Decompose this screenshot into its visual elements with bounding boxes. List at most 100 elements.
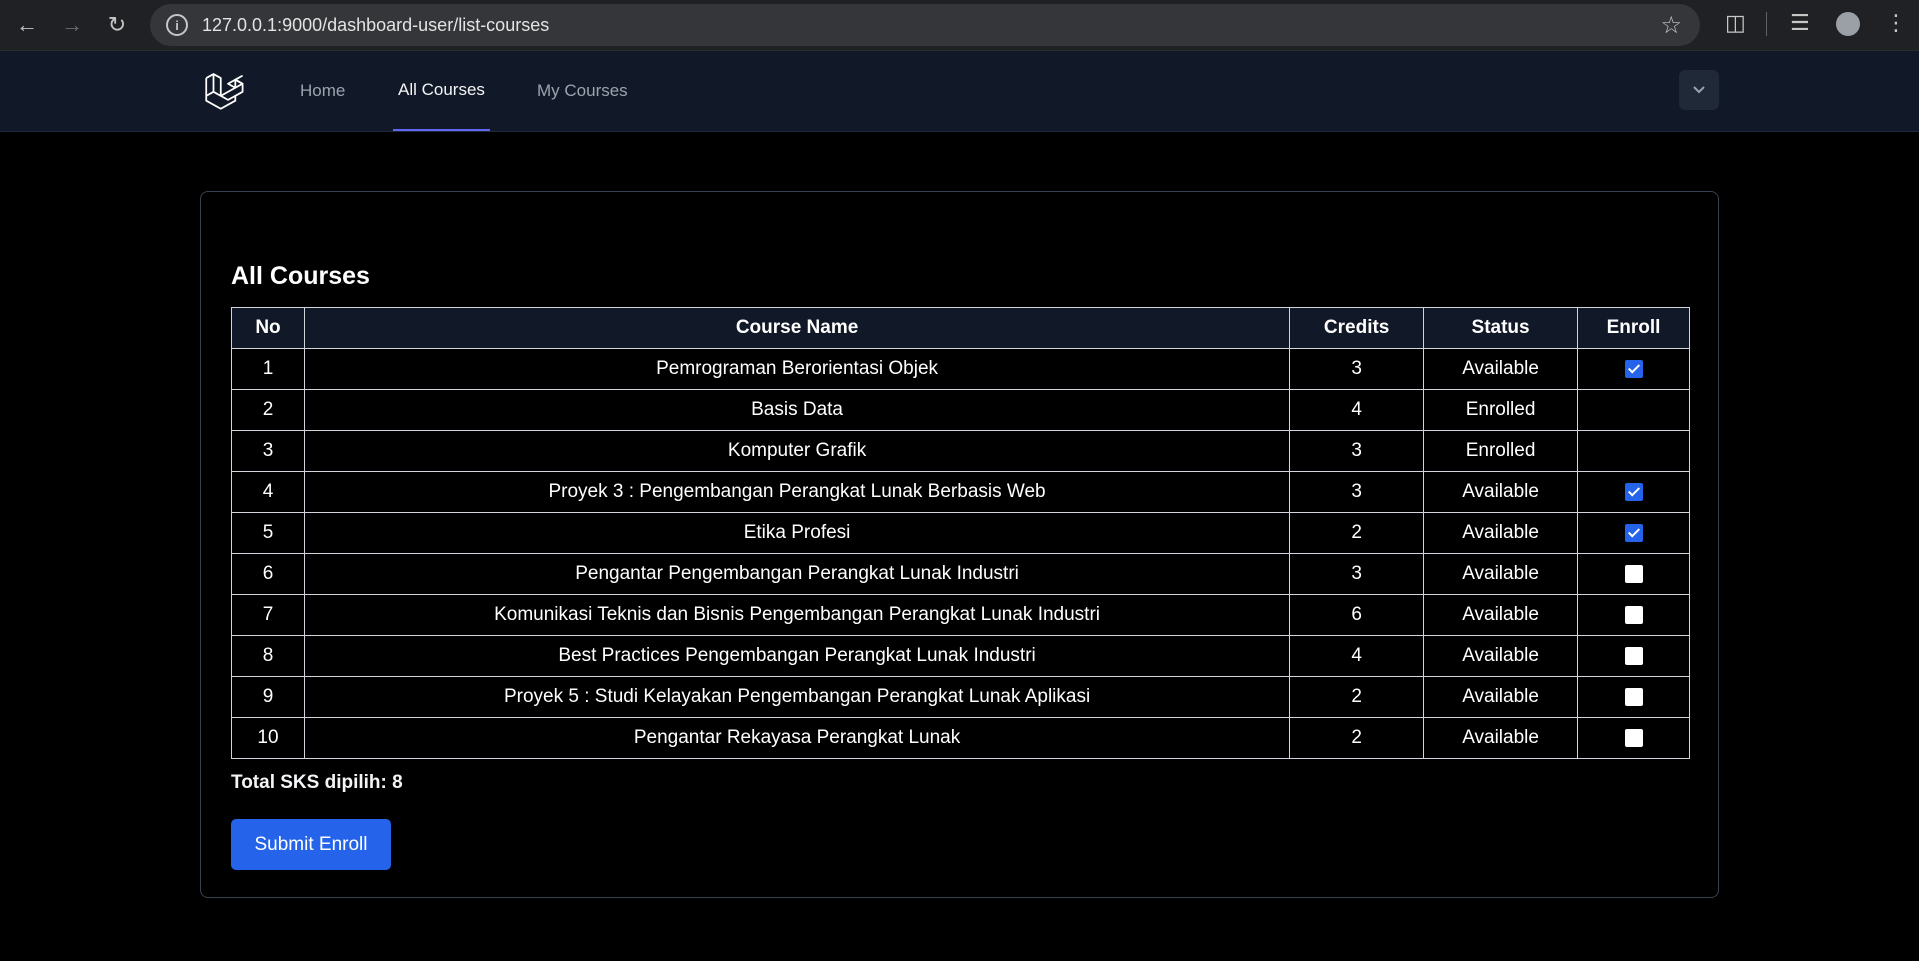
course-name: Proyek 3 : Pengembangan Perangkat Lunak … <box>303 471 1291 513</box>
table-body: 1 Pemrograman Berorientasi Objek 3 Availabl… <box>231 348 1690 759</box>
table-row: 5 Etika Profesi 2 Available <box>231 512 1690 554</box>
browser-toolbar: ← → ↻ i 127.0.0.1:9000/dashboard-user/li… <box>0 0 1919 51</box>
profile-avatar[interactable] <box>1836 12 1860 36</box>
course-status: Available <box>1423 348 1579 390</box>
row-number: 7 <box>231 594 305 636</box>
enroll-cell <box>1577 389 1690 431</box>
back-arrow-icon[interactable]: ← <box>10 8 44 42</box>
row-number: 1 <box>231 348 305 390</box>
row-number: 8 <box>231 635 305 677</box>
course-status: Available <box>1423 594 1579 636</box>
media-control-icon[interactable]: ☰ <box>1790 10 1810 36</box>
row-number: 4 <box>231 471 305 513</box>
browser-menu-icon[interactable]: ⋮ <box>1885 10 1907 36</box>
enroll-checkbox[interactable] <box>1624 564 1643 583</box>
table-row: 6 Pengantar Pengembangan Perangkat Lunak … <box>231 553 1690 595</box>
extensions-icon[interactable]: ◫ <box>1725 10 1746 36</box>
table-row: 8 Best Practices Pengembangan Perangkat L… <box>231 635 1690 677</box>
enroll-checkbox[interactable] <box>1624 482 1643 501</box>
course-status: Enrolled <box>1423 389 1579 431</box>
course-name: Pengantar Pengembangan Perangkat Lunak I… <box>303 553 1291 595</box>
course-status: Available <box>1423 553 1579 595</box>
site-info-icon[interactable]: i <box>166 14 188 36</box>
course-status: Available <box>1423 635 1579 677</box>
table-row: 3 Komputer Grafik 3 Enrolled <box>231 430 1690 472</box>
course-credits: 3 <box>1289 348 1425 390</box>
course-name: Basis Data <box>303 389 1291 431</box>
row-number: 5 <box>231 512 305 554</box>
enroll-cell <box>1577 553 1690 595</box>
course-status: Available <box>1423 676 1579 718</box>
course-credits: 2 <box>1289 717 1425 759</box>
course-name: Komunikasi Teknis dan Bisnis Pengembanga… <box>303 594 1291 636</box>
course-status: Enrolled <box>1423 430 1579 472</box>
course-credits: 3 <box>1289 430 1425 472</box>
table-row: 7 Komunikasi Teknis dan Bisnis Pengembang… <box>231 594 1690 636</box>
toolbar-divider <box>1766 12 1767 36</box>
course-name: Komputer Grafik <box>303 430 1291 472</box>
app-navbar: Home All Courses My Courses <box>0 51 1919 132</box>
column-header-credits: Credits <box>1289 307 1425 349</box>
course-credits: 6 <box>1289 594 1425 636</box>
enroll-cell <box>1577 676 1690 718</box>
course-status: Available <box>1423 512 1579 554</box>
enroll-cell <box>1577 430 1690 472</box>
table-row: 10 Pengantar Rekayasa Perangkat Lunak 2 Ava… <box>231 717 1690 759</box>
courses-card: All Courses No Course Name Credits Statu… <box>200 191 1719 898</box>
enroll-checkbox[interactable] <box>1624 687 1643 706</box>
course-credits: 3 <box>1289 553 1425 595</box>
nav-home[interactable]: Home <box>300 51 345 131</box>
nav-all-courses[interactable]: All Courses <box>393 51 490 131</box>
enroll-checkbox[interactable] <box>1624 646 1643 665</box>
course-name: Pemrograman Berorientasi Objek <box>303 348 1291 390</box>
table-row: 4 Proyek 3 : Pengembangan Perangkat Lunak… <box>231 471 1690 513</box>
course-name: Etika Profesi <box>303 512 1291 554</box>
enroll-cell <box>1577 717 1690 759</box>
bookmark-star-icon[interactable]: ☆ <box>1660 11 1682 40</box>
total-credits-text: Total SKS dipilih: 8 <box>231 772 403 793</box>
course-credits: 3 <box>1289 471 1425 513</box>
address-bar[interactable]: i 127.0.0.1:9000/dashboard-user/list-cou… <box>150 4 1700 46</box>
course-credits: 2 <box>1289 512 1425 554</box>
enroll-checkbox[interactable] <box>1624 605 1643 624</box>
row-number: 9 <box>231 676 305 718</box>
reload-icon[interactable]: ↻ <box>100 8 134 42</box>
enroll-cell <box>1577 635 1690 677</box>
course-status: Available <box>1423 471 1579 513</box>
submit-enroll-button[interactable]: Submit Enroll <box>231 819 391 870</box>
enroll-cell <box>1577 471 1690 513</box>
row-number: 10 <box>231 717 305 759</box>
enroll-checkbox[interactable] <box>1624 359 1643 378</box>
chevron-down-icon <box>1693 86 1705 94</box>
row-number: 6 <box>231 553 305 595</box>
url-text[interactable]: 127.0.0.1:9000/dashboard-user/list-cours… <box>202 15 549 36</box>
row-number: 2 <box>231 389 305 431</box>
forward-arrow-icon[interactable]: → <box>55 8 89 42</box>
enroll-cell <box>1577 594 1690 636</box>
enroll-cell <box>1577 512 1690 554</box>
course-status: Available <box>1423 717 1579 759</box>
row-number: 3 <box>231 430 305 472</box>
laravel-logo-icon[interactable] <box>203 70 245 112</box>
table-header-row: No Course Name Credits Status Enroll <box>231 307 1690 349</box>
course-name: Best Practices Pengembangan Perangkat Lu… <box>303 635 1291 677</box>
column-header-enroll: Enroll <box>1577 307 1690 349</box>
column-header-course-name: Course Name <box>303 307 1291 349</box>
enroll-cell <box>1577 348 1690 390</box>
nav-my-courses[interactable]: My Courses <box>537 51 628 131</box>
column-header-no: No <box>231 307 305 349</box>
course-name: Pengantar Rekayasa Perangkat Lunak <box>303 717 1291 759</box>
table-row: 2 Basis Data 4 Enrolled <box>231 389 1690 431</box>
table-row: 9 Proyek 5 : Studi Kelayakan Pengembangan… <box>231 676 1690 718</box>
enroll-checkbox[interactable] <box>1624 523 1643 542</box>
course-credits: 4 <box>1289 389 1425 431</box>
course-name: Proyek 5 : Studi Kelayakan Pengembangan … <box>303 676 1291 718</box>
course-credits: 4 <box>1289 635 1425 677</box>
column-header-status: Status <box>1423 307 1579 349</box>
courses-table: No Course Name Credits Status Enroll 1 Pe… <box>231 307 1690 759</box>
user-menu-button[interactable] <box>1679 70 1719 110</box>
table-row: 1 Pemrograman Berorientasi Objek 3 Availabl… <box>231 348 1690 390</box>
enroll-checkbox[interactable] <box>1624 728 1643 747</box>
course-credits: 2 <box>1289 676 1425 718</box>
page-title: All Courses <box>231 262 370 290</box>
